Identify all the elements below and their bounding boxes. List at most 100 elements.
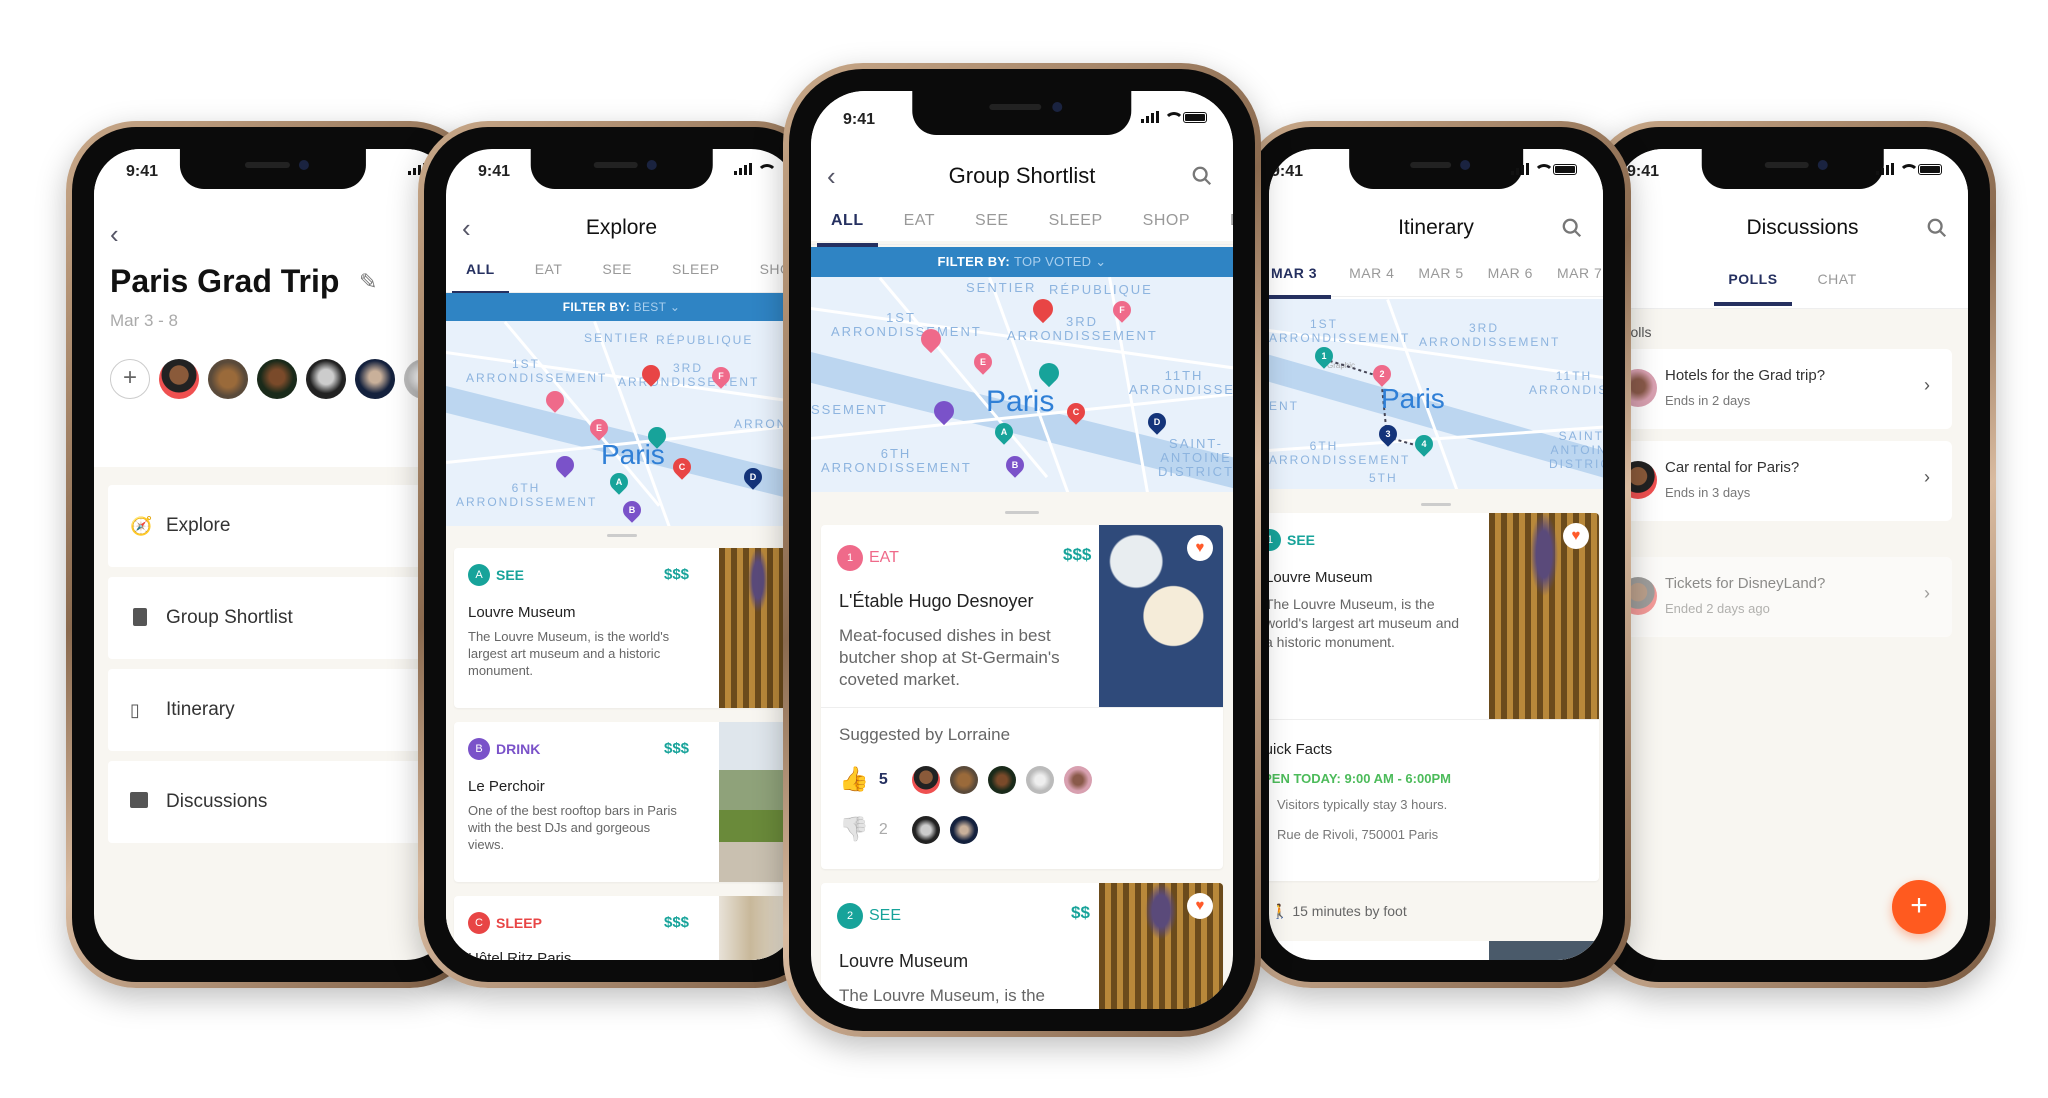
- menu-item-explore[interactable]: 🧭 Explore: [108, 485, 452, 567]
- stop-photo: ♥: [1489, 513, 1599, 719]
- map-pin[interactable]: D: [1144, 409, 1170, 435]
- place-card[interactable]: A SEE $$$ Louvre Museum The Louvre Museum…: [454, 548, 797, 708]
- tab-mar-5[interactable]: MAR 5: [1406, 253, 1475, 296]
- map-pin[interactable]: F: [708, 363, 734, 389]
- shortlist-item-card[interactable]: 2 SEE $$ Louvre Museum The Louvre Museum,…: [821, 883, 1223, 1009]
- drag-handle[interactable]: [1421, 503, 1451, 506]
- itinerary-stop-pin[interactable]: 4: [1411, 431, 1437, 457]
- edit-pencil-icon[interactable]: ✎: [359, 269, 377, 295]
- item-category: EAT: [869, 549, 899, 566]
- member-avatar[interactable]: [355, 359, 395, 399]
- menu-item-discussions[interactable]: Discussions: [108, 761, 452, 843]
- tab-sleep[interactable]: SLEEP: [652, 249, 740, 292]
- tab-drink[interactable]: DR: [1210, 201, 1233, 244]
- add-member-button[interactable]: +: [110, 359, 150, 399]
- menu-item-itinerary[interactable]: ▯ Itinerary: [108, 669, 452, 751]
- tab-mar-3[interactable]: MAR 3: [1269, 253, 1337, 299]
- poll-item-closed[interactable]: Tickets for DisneyLand? Ended 2 days ago…: [1617, 557, 1952, 637]
- place-price: $$$: [664, 740, 690, 757]
- place-description: The Louvre Museum, is the world's larges…: [468, 629, 670, 678]
- map-pin[interactable]: [552, 452, 578, 478]
- itinerary-map[interactable]: 1ST ARRONDISSEMENT 3RD ARRONDISSEMENT 11…: [1269, 299, 1603, 489]
- menu-item-group-shortlist[interactable]: Group Shortlist: [108, 577, 452, 659]
- place-card[interactable]: B DRINK $$$ Le Perchoir One of the best r…: [454, 722, 797, 882]
- phone-itinerary: 9:41 Itinerary MAR 3 MAR 4 MAR 5 MAR 6 M…: [1241, 121, 1631, 988]
- map-pin[interactable]: E: [970, 349, 996, 375]
- itinerary-stop-pin[interactable]: 3: [1375, 421, 1401, 447]
- drag-handle[interactable]: [606, 534, 637, 537]
- member-avatar[interactable]: [306, 359, 346, 399]
- place-description: One of the best rooftop bars in Paris wi…: [468, 803, 677, 852]
- voter-avatar: [1063, 765, 1092, 794]
- filter-label: FILTER BY:: [937, 254, 1011, 269]
- voter-avatar: [949, 765, 978, 794]
- tab-see[interactable]: SEE: [955, 201, 1029, 244]
- shortlist-item-card[interactable]: 1 EAT $$$ L'Étable Hugo Desnoyer Meat-foc…: [821, 525, 1223, 869]
- menu-item-label: Itinerary: [166, 699, 235, 720]
- poll-item[interactable]: Car rental for Paris? Ends in 3 days ›: [1617, 441, 1952, 521]
- member-avatar[interactable]: [257, 359, 297, 399]
- open-hours: OPEN TODAY: 9:00 AM - 6:00PM: [1269, 771, 1451, 786]
- place-badge: A: [468, 564, 490, 586]
- map-pin[interactable]: F: [1109, 297, 1135, 323]
- stop-photo: [1489, 941, 1599, 960]
- thumbs-down-icon[interactable]: 👎: [839, 815, 869, 844]
- discussions-screen: 9:41 Discussions POLLS CHAT Open Polls H…: [1617, 149, 1968, 960]
- tab-all[interactable]: ALL: [446, 249, 515, 295]
- next-stop-card[interactable]: [1269, 941, 1599, 960]
- tab-eat[interactable]: EAT: [884, 201, 955, 244]
- shortlist-map[interactable]: SENTIER RÉPUBLIQUE 1ST ARRONDISSEMENT 3R…: [811, 277, 1233, 492]
- itinerary-stop-pin[interactable]: 2: [1369, 361, 1395, 387]
- map-pin[interactable]: D: [740, 464, 766, 490]
- compass-icon: 🧭: [130, 516, 153, 536]
- explore-map[interactable]: SENTIER RÉPUBLIQUE 1ST ARRONDISSEMENT 3R…: [446, 321, 797, 526]
- tab-sleep[interactable]: SLEEP: [1029, 201, 1123, 244]
- tab-polls[interactable]: POLLS: [1708, 259, 1797, 306]
- favorite-heart-icon[interactable]: ♥: [1187, 893, 1213, 919]
- itinerary-screen: 9:41 Itinerary MAR 3 MAR 4 MAR 5 MAR 6 M…: [1269, 149, 1603, 960]
- chevron-down-icon: ⌄: [669, 300, 681, 314]
- search-icon[interactable]: [1926, 217, 1948, 239]
- map-pin[interactable]: C: [669, 454, 695, 480]
- back-button[interactable]: ‹: [827, 151, 836, 201]
- map-label: 1ST ARRONDISSEMENT: [831, 310, 982, 339]
- map-label: 11TH ARRONDISSEM: [1129, 368, 1233, 397]
- back-button[interactable]: ‹: [462, 203, 471, 253]
- poll-item[interactable]: Hotels for the Grad trip? Ends in 2 days…: [1617, 349, 1952, 429]
- filter-bar[interactable]: FILTER BY: TOP VOTED ⌄: [811, 247, 1233, 277]
- status-time: 9:41: [126, 163, 159, 180]
- map-pin[interactable]: [1034, 358, 1064, 388]
- tab-see[interactable]: SEE: [582, 249, 652, 292]
- place-card[interactable]: C SLEEP $$$ Hôtel Ritz Paris: [454, 896, 797, 960]
- tab-eat[interactable]: EAT: [515, 249, 583, 292]
- member-avatar[interactable]: [208, 359, 248, 399]
- itinerary-stop-pin[interactable]: 1: [1311, 343, 1337, 369]
- map-pin[interactable]: C: [1063, 399, 1089, 425]
- item-name: Louvre Museum: [839, 951, 969, 971]
- filter-bar[interactable]: FILTER BY: BEST ⌄: [446, 293, 797, 321]
- search-icon[interactable]: [1191, 165, 1213, 187]
- chevron-down-icon: ⌄: [1095, 254, 1107, 269]
- date-tabs: MAR 3 MAR 4 MAR 5 MAR 6 MAR 7: [1269, 253, 1603, 299]
- tab-chat[interactable]: CHAT: [1798, 259, 1877, 303]
- tab-mar-7[interactable]: MAR 7: [1545, 253, 1603, 296]
- member-avatar[interactable]: [159, 359, 199, 399]
- map-pin[interactable]: A: [991, 419, 1017, 445]
- back-button[interactable]: ‹: [110, 209, 119, 259]
- tab-mar-4[interactable]: MAR 4: [1337, 253, 1406, 296]
- search-icon[interactable]: [1561, 217, 1583, 239]
- tab-shop[interactable]: SHOP: [1123, 201, 1210, 244]
- map-pin[interactable]: B: [619, 497, 645, 523]
- favorite-heart-icon[interactable]: ♥: [1187, 535, 1213, 561]
- new-poll-button[interactable]: +: [1892, 880, 1946, 934]
- map-pin[interactable]: B: [1002, 452, 1028, 478]
- favorite-heart-icon[interactable]: ♥: [1563, 523, 1589, 549]
- itinerary-stop-card[interactable]: 1 SEE Louvre Museum The Louvre Museum, is…: [1269, 513, 1599, 881]
- thumbs-up-icon[interactable]: 👍: [839, 765, 869, 794]
- map-pin[interactable]: A: [606, 469, 632, 495]
- drag-handle[interactable]: [1005, 511, 1039, 514]
- map-pin[interactable]: E: [586, 415, 612, 441]
- wifi-icon: [757, 163, 777, 175]
- tab-mar-6[interactable]: MAR 6: [1476, 253, 1545, 296]
- tab-all[interactable]: ALL: [811, 201, 884, 247]
